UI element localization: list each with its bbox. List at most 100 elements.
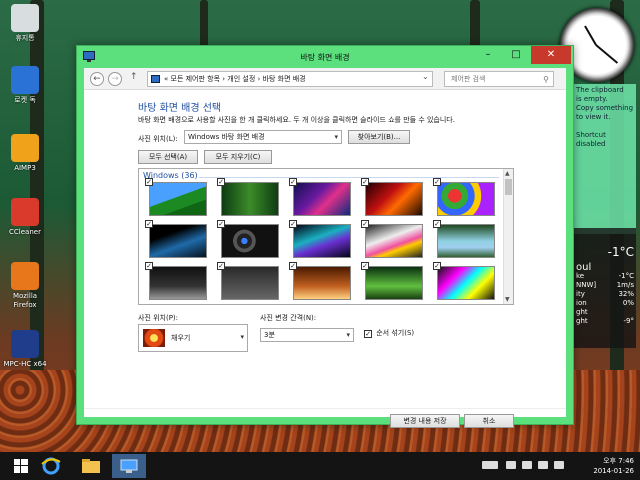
- clear-all-button[interactable]: 모두 지우기(C): [204, 150, 272, 164]
- desktop-icon-aimp3[interactable]: AIMP3: [2, 134, 48, 173]
- forward-button[interactable]: →: [108, 72, 122, 86]
- wallpaper-thumbnail[interactable]: ✓: [217, 220, 279, 258]
- network-icon[interactable]: [538, 461, 548, 469]
- thumbnail-checkbox[interactable]: ✓: [289, 262, 297, 270]
- tray-time: 오후 7:46: [603, 457, 634, 465]
- desktop-icon-label: MPC-HC x64: [3, 360, 47, 368]
- group-divider: [199, 177, 499, 178]
- wallpaper-thumbnail[interactable]: ✓: [145, 178, 207, 216]
- clipboard-line: Copy something: [576, 104, 634, 112]
- weather-row-value: 0%: [622, 299, 634, 307]
- rocket-dock-icon: [11, 66, 39, 94]
- thumbnail-checkbox[interactable]: ✓: [289, 220, 297, 228]
- interval-label: 사진 변경 간격(N):: [260, 314, 317, 322]
- close-button[interactable]: ✕: [531, 46, 571, 64]
- select-all-button[interactable]: 모두 선택(A): [138, 150, 198, 164]
- wallpaper-thumbnail[interactable]: ✓: [289, 178, 351, 216]
- scrollbar-thumb[interactable]: [505, 179, 512, 195]
- weather-row-value: 32%: [618, 290, 634, 298]
- wallpaper-thumbnail[interactable]: ✓: [145, 262, 207, 300]
- thumbnail-checkbox[interactable]: ✓: [145, 220, 153, 228]
- thumbnail-checkbox[interactable]: ✓: [289, 178, 297, 186]
- up-button[interactable]: ↑: [130, 72, 138, 82]
- weather-row-value: -9°: [623, 317, 634, 325]
- address-bar[interactable]: « 모든 제어판 항목 › 개인 설정 › 바탕 화면 배경: [147, 71, 433, 87]
- picture-position-select[interactable]: 채우기 ▾: [138, 324, 248, 352]
- address-dropdown-icon[interactable]: ⌄: [422, 72, 429, 81]
- tray-expand-icon[interactable]: [506, 461, 516, 469]
- control-panel-taskbar-icon[interactable]: [112, 454, 146, 478]
- clock-minute-hand: [595, 44, 619, 64]
- interval-select[interactable]: 3분 ▾: [260, 328, 354, 342]
- back-button[interactable]: ←: [90, 72, 104, 86]
- interval-value: 3분: [264, 331, 275, 339]
- thumbnail-checkbox[interactable]: ✓: [433, 262, 441, 270]
- desktop-icon-recycle-bin[interactable]: 휴지통: [2, 4, 48, 43]
- maximize-button[interactable]: □: [503, 46, 529, 64]
- wallpaper-thumbnail[interactable]: ✓: [289, 262, 351, 300]
- weather-row-label: ity: [576, 290, 585, 298]
- start-button[interactable]: [6, 454, 36, 478]
- desktop-icon-firefox[interactable]: Mozilla Firefox: [2, 262, 48, 310]
- clipboard-gadget[interactable]: The clipboard is empty. Copy something to v…: [574, 84, 636, 234]
- shuffle-check-mark[interactable]: ✓: [364, 330, 372, 338]
- thumbnail-checkbox[interactable]: ✓: [145, 262, 153, 270]
- search-icon[interactable]: ⚲: [543, 73, 549, 87]
- picture-location-select[interactable]: Windows 바탕 화면 배경 ▾: [184, 130, 342, 144]
- wallpaper-thumbnail[interactable]: ✓: [289, 220, 351, 258]
- weather-row: ity 32%: [576, 290, 634, 299]
- weather-row-label: ght: [576, 308, 588, 316]
- thumbnail-checkbox[interactable]: ✓: [361, 220, 369, 228]
- desktop-icon-mpc-hc[interactable]: MPC-HC x64: [2, 330, 48, 369]
- keyboard-icon[interactable]: [482, 461, 498, 469]
- title-bar[interactable]: 바탕 화면 배경 – □ ✕: [77, 46, 573, 68]
- footer-divider: [84, 408, 566, 409]
- wallpaper-thumbnail[interactable]: ✓: [433, 220, 495, 258]
- scroll-up-icon[interactable]: ▲: [505, 170, 510, 177]
- file-explorer-icon[interactable]: [76, 454, 106, 478]
- breadcrumb[interactable]: « 모든 제어판 항목 › 개인 설정 › 바탕 화면 배경: [164, 75, 306, 83]
- thumbnail-checkbox[interactable]: ✓: [217, 178, 225, 186]
- wallpaper-thumbnail[interactable]: ✓: [361, 178, 423, 216]
- weather-row: ght: [576, 308, 634, 317]
- save-changes-button[interactable]: 변경 내용 저장: [390, 414, 460, 428]
- thumbnail-checkbox[interactable]: ✓: [145, 178, 153, 186]
- wallpaper-thumbnail[interactable]: ✓: [361, 220, 423, 258]
- clipboard-line: to view it.: [576, 113, 611, 121]
- navigation-bar: ← → ↑ « 모든 제어판 항목 › 개인 설정 › 바탕 화면 배경 ⌄ 제…: [84, 68, 566, 90]
- scroll-down-icon[interactable]: ▼: [505, 296, 510, 303]
- tray-clock[interactable]: 오후 7:46 2014-01-26: [593, 456, 634, 476]
- internet-explorer-icon[interactable]: [36, 454, 66, 478]
- cancel-button[interactable]: 취소: [464, 414, 514, 428]
- weather-row-value: 1m/s: [616, 281, 634, 289]
- browse-button[interactable]: 찾아보기(B)...: [348, 130, 410, 144]
- thumbnail-checkbox[interactable]: ✓: [361, 262, 369, 270]
- thumbnail-checkbox[interactable]: ✓: [433, 220, 441, 228]
- position-preview-image: [143, 329, 165, 347]
- shuffle-checkbox[interactable]: ✓ 순서 섞기(S): [364, 328, 414, 338]
- thumbnail-checkbox[interactable]: ✓: [433, 178, 441, 186]
- wallpaper-thumbnail[interactable]: ✓: [433, 262, 495, 300]
- thumbnail-checkbox[interactable]: ✓: [217, 262, 225, 270]
- wallpaper-thumbnail[interactable]: ✓: [433, 178, 495, 216]
- gallery-scrollbar[interactable]: ▲ ▼: [503, 169, 513, 304]
- desktop-icon-rocket-dock[interactable]: 로켓 독: [2, 66, 48, 105]
- window-client: ← → ↑ « 모든 제어판 항목 › 개인 설정 › 바탕 화면 배경 ⌄ 제…: [84, 68, 566, 428]
- search-input[interactable]: 제어판 검색 ⚲: [444, 71, 554, 87]
- taskbar: 오후 7:46 2014-01-26: [0, 452, 640, 480]
- weather-row-label: NNW]: [576, 281, 597, 289]
- desktop-icon-ccleaner[interactable]: CCleaner: [2, 198, 48, 237]
- desktop-icon-label: 휴지통: [15, 34, 35, 42]
- volume-icon[interactable]: [554, 461, 564, 469]
- wallpaper-thumbnail[interactable]: ✓: [361, 262, 423, 300]
- flag-icon[interactable]: [522, 461, 532, 469]
- picture-position-label: 사진 위치(P):: [138, 314, 179, 322]
- thumbnail-checkbox[interactable]: ✓: [361, 178, 369, 186]
- weather-gadget[interactable]: -1°C oul ke -1°C NNW] 1m/s ity 32% ion 0% ght ght…: [574, 228, 636, 348]
- wallpaper-thumbnail[interactable]: ✓: [217, 178, 279, 216]
- minimize-button[interactable]: –: [475, 46, 501, 64]
- wallpaper-thumbnail[interactable]: ✓: [145, 220, 207, 258]
- wallpaper-thumbnail[interactable]: ✓: [217, 262, 279, 300]
- thumbnail-checkbox[interactable]: ✓: [217, 220, 225, 228]
- picture-location-label: 사진 위치(L):: [138, 135, 178, 143]
